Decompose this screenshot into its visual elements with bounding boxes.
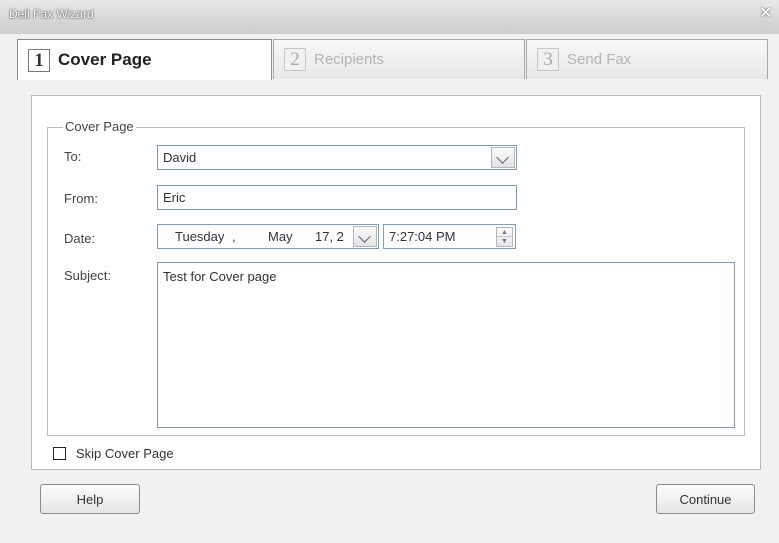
tab-label: Recipients — [314, 51, 385, 68]
spin-updown-icon[interactable]: ▲ ▼ — [496, 227, 513, 247]
date-label: Date: — [64, 231, 96, 246]
title-bar: Dell Fax Wizard ✕ — [0, 0, 779, 34]
wizard-tabs: 1 Cover Page 2 Recipients 3 Send Fax — [17, 39, 769, 80]
subject-textarea[interactable]: Test for Cover page — [157, 262, 735, 428]
from-label: From: — [64, 191, 98, 206]
fax-wizard-window: Dell Fax Wizard ✕ 1 Cover Page 2 Recipie… — [0, 0, 779, 543]
time-value: 7:27:04 PM — [389, 229, 456, 244]
from-field[interactable]: Eric — [157, 185, 517, 210]
date-day-year: 17, 2 — [315, 229, 344, 244]
help-button[interactable]: Help — [40, 484, 140, 514]
date-month: May — [268, 229, 293, 244]
chevron-down-icon[interactable] — [491, 147, 515, 168]
to-combobox[interactable]: David — [157, 145, 517, 170]
chevron-down-icon[interactable] — [353, 226, 377, 247]
to-label: To: — [64, 149, 82, 164]
group-title: Cover Page — [63, 119, 136, 134]
tab-cover-page[interactable]: 1 Cover Page — [17, 39, 272, 80]
subject-label: Subject: — [64, 268, 111, 283]
date-separator: , — [232, 229, 236, 244]
skip-cover-checkbox[interactable] — [53, 447, 66, 460]
from-value: Eric — [163, 190, 186, 205]
skip-cover-page-option[interactable]: Skip Cover Page — [53, 446, 174, 461]
date-picker[interactable]: Tuesday , May 17, 2 — [157, 224, 379, 249]
spin-down-button[interactable]: ▼ — [497, 237, 512, 246]
tab-recipients[interactable]: 2 Recipients — [273, 39, 525, 79]
continue-button[interactable]: Continue — [656, 484, 755, 514]
date-weekday: Tuesday — [175, 229, 225, 244]
skip-cover-label: Skip Cover Page — [76, 446, 174, 461]
subject-value: Test for Cover page — [163, 269, 277, 284]
window-title: Dell Fax Wizard — [9, 7, 94, 21]
spin-up-button[interactable]: ▲ — [497, 228, 512, 237]
tab-send-fax[interactable]: 3 Send Fax — [526, 39, 768, 79]
to-value: David — [163, 150, 197, 165]
time-field[interactable]: 7:27:04 PM ▲ ▼ — [383, 224, 516, 249]
step-number-1: 1 — [28, 48, 50, 72]
step-number-3: 3 — [537, 48, 559, 71]
tab-label: Send Fax — [567, 51, 632, 68]
close-icon[interactable]: ✕ — [759, 6, 775, 22]
tab-label: Cover Page — [58, 50, 152, 69]
step-number-2: 2 — [284, 48, 306, 71]
